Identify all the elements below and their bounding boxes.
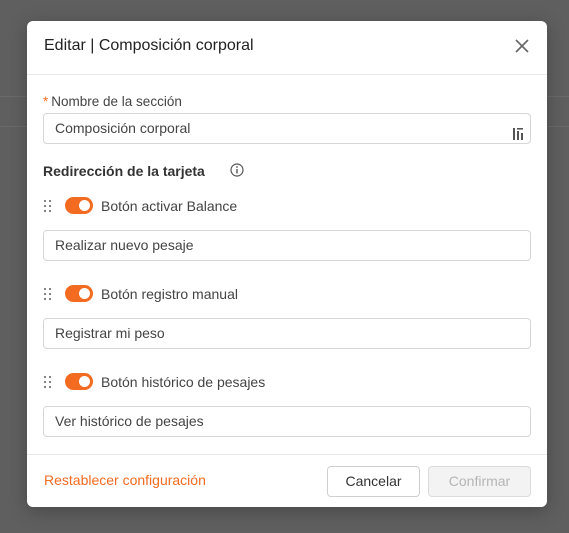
info-icon[interactable] — [230, 163, 244, 177]
confirm-button[interactable]: Confirmar — [428, 466, 531, 497]
input-value: Registrar mi peso — [55, 325, 165, 341]
dialog-header: Editar | Composición corporal — [27, 21, 547, 75]
input-value: Ver histórico de pesajes — [55, 413, 204, 429]
manual-button-text-input[interactable]: Registrar mi peso — [43, 318, 531, 349]
toggle-switch-balance[interactable] — [65, 197, 93, 214]
redirect-item-manual: Botón registro manual — [43, 284, 443, 304]
section-name-label-text: Nombre de la sección — [51, 94, 182, 109]
section-name-label: * Nombre de la sección — [43, 94, 182, 109]
drag-handle-icon[interactable] — [43, 375, 53, 389]
text-format-icon[interactable] — [513, 122, 525, 140]
history-button-text-input[interactable]: Ver histórico de pesajes — [43, 406, 531, 437]
redirect-section-title: Redirección de la tarjeta — [43, 163, 205, 179]
toggle-knob — [79, 288, 90, 299]
background-divider — [547, 96, 569, 97]
drag-handle-icon[interactable] — [43, 287, 53, 301]
background-divider — [547, 126, 569, 127]
close-icon[interactable] — [513, 37, 531, 55]
dialog-footer: Restablecer configuración Cancelar Confi… — [27, 454, 547, 507]
dialog-title: Editar | Composición corporal — [44, 37, 254, 54]
redirect-item-balance: Botón activar Balance — [43, 196, 443, 216]
required-mark: * — [43, 94, 49, 109]
toggle-knob — [79, 200, 90, 211]
reset-configuration-link[interactable]: Restablecer configuración — [44, 472, 206, 488]
toggle-switch-manual[interactable] — [65, 285, 93, 302]
section-name-input[interactable]: Composición corporal — [43, 113, 531, 144]
toggle-label-manual: Botón registro manual — [101, 286, 238, 302]
toggle-label-history: Botón histórico de pesajes — [101, 374, 266, 390]
toggle-label-balance: Botón activar Balance — [101, 198, 238, 214]
edit-section-dialog: Editar | Composición corporal * Nombre de… — [27, 21, 547, 507]
toggle-switch-history[interactable] — [65, 373, 93, 390]
background-divider — [0, 96, 27, 97]
background-divider — [0, 126, 27, 127]
cancel-button[interactable]: Cancelar — [327, 466, 420, 497]
drag-handle-icon[interactable] — [43, 199, 53, 213]
toggle-knob — [79, 376, 90, 387]
section-name-value: Composición corporal — [55, 120, 191, 136]
redirect-item-history: Botón histórico de pesajes — [43, 372, 443, 392]
balance-button-text-input[interactable]: Realizar nuevo pesaje — [43, 230, 531, 261]
input-value: Realizar nuevo pesaje — [55, 237, 194, 253]
